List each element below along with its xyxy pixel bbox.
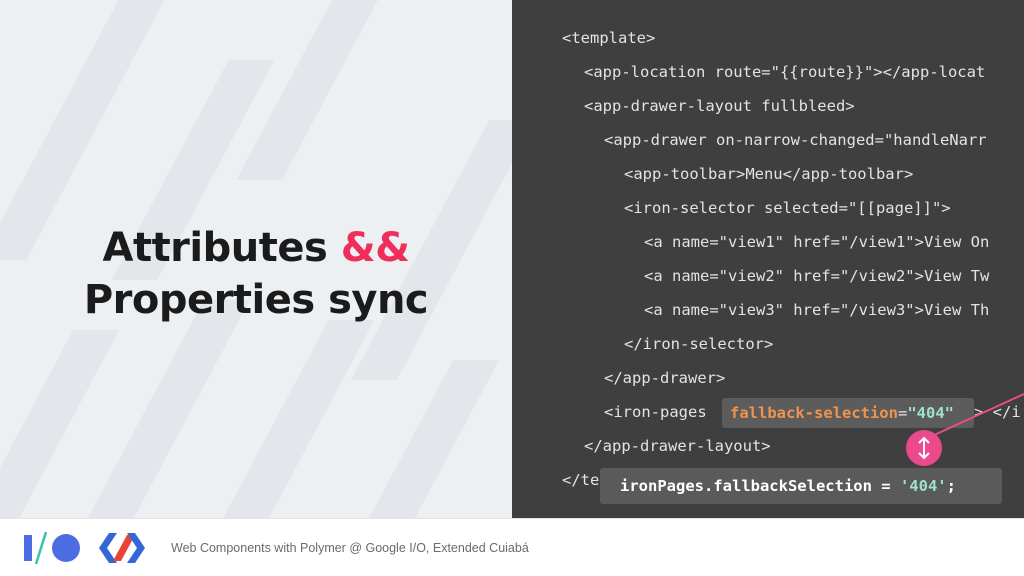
title-line2: Properties sync bbox=[83, 277, 429, 323]
slide-title: Attributes && Properties sync bbox=[40, 222, 472, 326]
code-screenshot: <template> <app-location route="{{route}… bbox=[512, 0, 1024, 518]
vertical-double-arrow-icon bbox=[906, 430, 942, 466]
polymer-logo bbox=[99, 533, 145, 563]
connector-line bbox=[931, 393, 1024, 437]
footer-caption: Web Components with Polymer @ Google I/O… bbox=[171, 541, 529, 555]
background-stripe bbox=[236, 0, 410, 180]
footer: Web Components with Polymer @ Google I/O… bbox=[0, 518, 1024, 576]
slide: Attributes && Properties sync <template>… bbox=[0, 0, 1024, 518]
google-io-logo bbox=[24, 532, 80, 564]
js-property: ironPages.fallbackSelection = bbox=[620, 477, 900, 495]
title-line1: Attributes bbox=[102, 225, 328, 271]
js-semicolon: ; bbox=[946, 477, 956, 495]
title-accent: && bbox=[340, 225, 410, 271]
background-stripe bbox=[0, 330, 120, 518]
background-stripe bbox=[346, 360, 500, 518]
title-panel: Attributes && Properties sync bbox=[0, 0, 512, 518]
property-highlight: ironPages.fallbackSelection = '404'; bbox=[600, 468, 1002, 504]
js-statement: ironPages.fallbackSelection = '404'; bbox=[620, 476, 956, 496]
background-stripe bbox=[211, 320, 375, 518]
js-string: '404' bbox=[899, 477, 947, 495]
